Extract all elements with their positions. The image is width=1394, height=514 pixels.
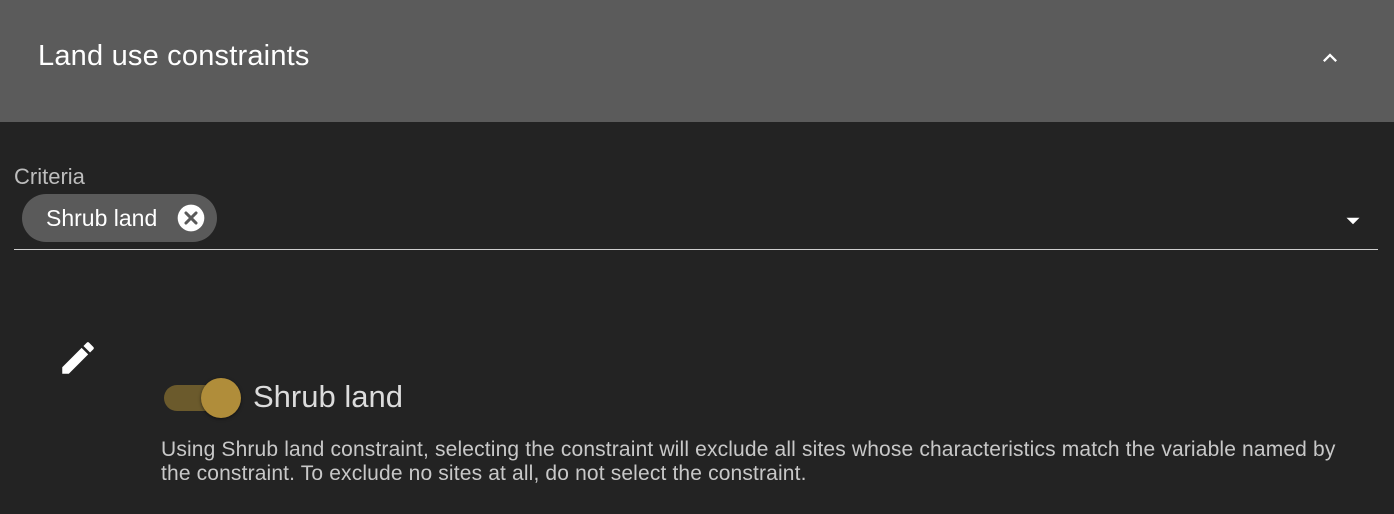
- panel-header[interactable]: Land use constraints: [0, 0, 1394, 122]
- criteria-select[interactable]: Shrub land: [14, 192, 1378, 250]
- criteria-label: Criteria: [14, 164, 85, 189]
- chip-delete-button[interactable]: [175, 202, 207, 234]
- arrow-drop-down-icon: [1346, 217, 1360, 225]
- panel-title: Land use constraints: [38, 40, 310, 72]
- pencil-icon: [62, 342, 94, 374]
- edit-button[interactable]: [54, 334, 102, 382]
- toggle-thumb: [201, 378, 241, 418]
- criteria-chip[interactable]: Shrub land: [22, 194, 218, 242]
- chip-label: Shrub land: [46, 204, 158, 231]
- collapse-button[interactable]: [1306, 34, 1354, 82]
- constraint-label: Shrub land: [253, 379, 403, 414]
- constraint-description: Using Shrub land constraint, selecting t…: [161, 438, 1336, 485]
- constraint-toggle[interactable]: [164, 378, 242, 418]
- dropdown-button[interactable]: [1338, 206, 1368, 236]
- cancel-circle-icon: [177, 204, 205, 232]
- chevron-up-icon: [1323, 53, 1337, 62]
